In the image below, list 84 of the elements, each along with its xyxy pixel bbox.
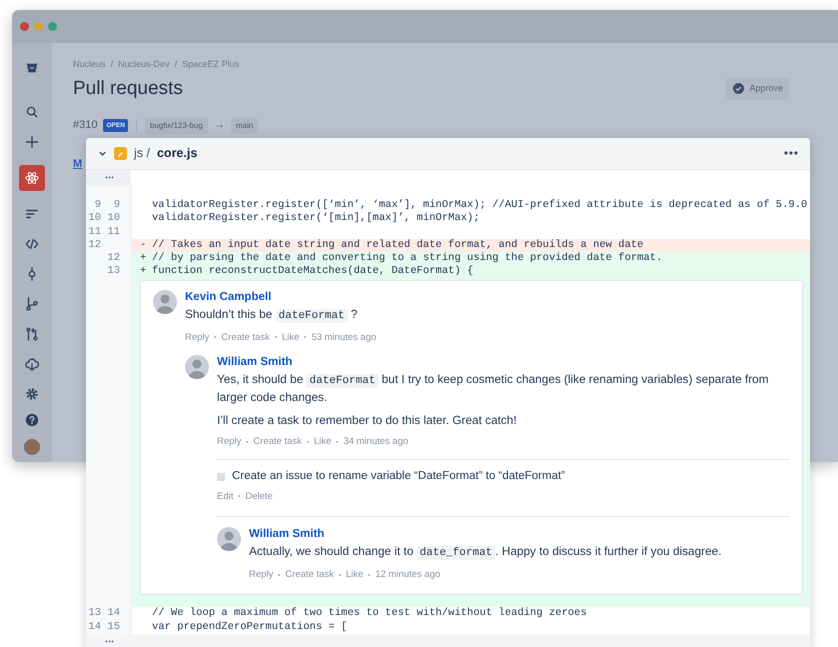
line-number: 15 — [106, 620, 120, 634]
comment-action[interactable]: Edit — [217, 490, 234, 503]
comment-action[interactable]: Create task — [285, 568, 334, 582]
comment-action[interactable]: Like — [346, 568, 364, 582]
line-number: 11 — [87, 226, 101, 239]
cloud-icon — [25, 357, 39, 371]
comment-action[interactable]: Like — [282, 330, 300, 344]
comment-action[interactable]: Like — [314, 435, 332, 448]
comment-text: I’ll create a task to remember to do this later. Great catch! — [217, 412, 518, 428]
folder-name: js / — [134, 145, 150, 162]
atom-icon — [25, 171, 39, 185]
search-icon — [25, 105, 39, 119]
line-number: 13 — [87, 607, 101, 621]
file-icon — [114, 146, 127, 160]
comment-action[interactable]: Create task — [221, 330, 270, 344]
task-checkbox[interactable] — [217, 473, 225, 482]
selected-project-button[interactable] — [19, 165, 45, 191]
line-number: 12 — [87, 238, 101, 252]
line-number: 14 — [87, 620, 101, 634]
breadcrumb-link[interactable]: SpaceEZ Plus — [182, 58, 240, 72]
window-control-dot[interactable] — [48, 22, 57, 31]
chevron-down-icon[interactable] — [98, 149, 107, 158]
line-number: 10 — [106, 212, 120, 226]
code-line: var prependZeroPermutations = [ — [152, 620, 348, 634]
settings-icon — [25, 387, 39, 401]
avatar-placeholder — [217, 526, 241, 551]
expand-lines-icon[interactable] — [104, 176, 114, 179]
code-icon — [25, 237, 39, 251]
expand-lines-icon[interactable] — [104, 640, 114, 643]
comment-text: Shouldn’t this be dateFormat ? — [185, 306, 358, 324]
comment-text: Actually, we should change it to date_format . Happy to discuss it further if you disagree. — [249, 542, 722, 561]
source-branch: bugfix/123-bug — [144, 118, 208, 134]
more-icon[interactable] — [784, 151, 798, 156]
approve-button[interactable]: Approve — [726, 78, 790, 100]
comment-author[interactable]: Kevin Campbell — [185, 290, 790, 304]
help-icon — [25, 413, 39, 427]
line-number: 9 — [112, 199, 120, 212]
comment-author[interactable]: William Smith — [217, 355, 790, 370]
added-code-line: // by parsing the date and converting to a string using the provided date format. — [152, 252, 662, 265]
branch-icon — [25, 297, 39, 311]
target-branch: main — [230, 118, 258, 134]
plus-icon — [25, 135, 39, 149]
avatar-placeholder — [153, 290, 177, 314]
comment-text: Yes, it should be dateFormat but I try to keep cosmetic changes (like renaming variables) separate from larger code changes. — [217, 371, 770, 406]
comment-time: 12 minutes ago — [375, 568, 440, 582]
window-control-dot[interactable] — [34, 22, 43, 31]
avatar-placeholder — [185, 355, 209, 380]
code-line: validatorRegister.register(‘[min],[max]’, minOrMax); — [152, 212, 480, 226]
breadcrumb-separator: / — [174, 58, 178, 71]
pull-request-icon — [25, 327, 39, 341]
task-text: Create an issue to rename variable “DateFormat” to “dateFormat” — [232, 470, 565, 484]
line-number: 9 — [94, 199, 101, 212]
removed-code-line: // Takes an input date string and related date format, and rebuilds a new date — [152, 238, 644, 252]
diff-sign: + — [140, 265, 148, 279]
line-number: 12 — [106, 252, 120, 266]
check-circle-icon — [733, 83, 744, 94]
line-number: 14 — [106, 607, 120, 621]
comment-time: 34 minutes ago — [343, 435, 408, 448]
file-name: core.js — [156, 145, 198, 162]
comment-author[interactable]: William Smith — [249, 526, 790, 541]
lines-icon — [25, 207, 39, 221]
code-line: // We loop a maximum of two times to test with/without leading zeroes — [152, 607, 587, 621]
line-number: 13 — [106, 265, 120, 279]
breadcrumb-link[interactable]: Nucleus-Dev — [118, 58, 170, 72]
comment-action[interactable]: Delete — [245, 490, 273, 503]
comment-action[interactable]: Reply — [217, 435, 242, 448]
page-title: Pull requests — [73, 78, 183, 100]
breadcrumb-separator: / — [110, 58, 114, 71]
pr-number: #310 — [73, 118, 98, 134]
diff-sign: + — [140, 252, 148, 266]
line-number: 10 — [87, 212, 101, 226]
arrow-glyph: → — [214, 118, 225, 134]
window-control-dot[interactable] — [20, 22, 29, 31]
comment-action[interactable]: Reply — [185, 330, 210, 344]
added-code-line: function reconstructDateMatches(date, DateFormat) { — [152, 265, 474, 279]
comment-time: 53 minutes ago — [311, 330, 376, 344]
bucket-icon — [25, 61, 39, 75]
comment-action[interactable]: Create task — [253, 435, 302, 448]
comment-action[interactable]: Reply — [249, 568, 274, 582]
breadcrumb-link[interactable]: Nucleus — [73, 58, 106, 72]
code-line: validatorRegister.register([‘min’, ‘max’], minOrMax); //AUI-prefixed attribute is deprecated as of 5.9.0 — [152, 199, 808, 212]
diff-sign: - — [140, 238, 148, 252]
line-number: 11 — [106, 226, 120, 239]
tab-link[interactable]: M — [73, 156, 82, 172]
